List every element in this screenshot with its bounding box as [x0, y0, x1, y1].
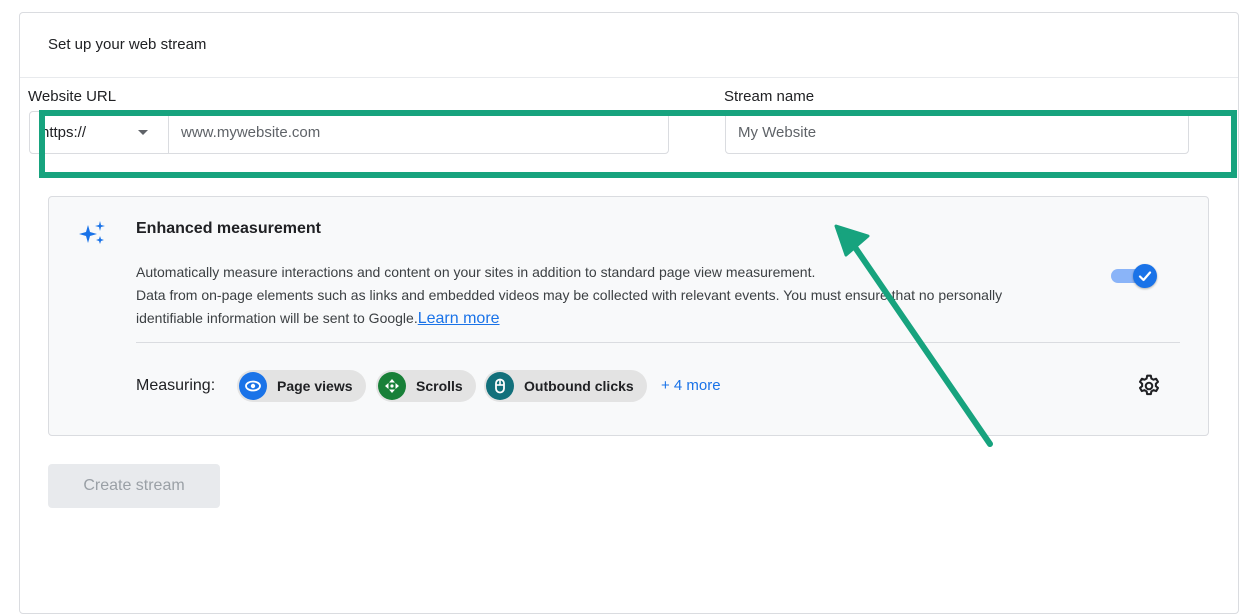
- check-icon: [1138, 271, 1152, 282]
- chip-outbound-clicks-label: Outbound clicks: [524, 378, 634, 394]
- chip-page-views[interactable]: Page views: [237, 370, 366, 402]
- more-measurements-link[interactable]: + 4 more: [661, 377, 721, 394]
- description-line-1: Automatically measure interactions and c…: [136, 264, 816, 280]
- chip-page-views-label: Page views: [277, 378, 353, 394]
- enhanced-measurement-toggle[interactable]: [1109, 264, 1157, 288]
- protocol-select[interactable]: https://: [30, 112, 169, 153]
- stream-name-label: Stream name: [724, 88, 815, 105]
- eye-icon: [239, 372, 267, 400]
- enhanced-measurement-title: Enhanced measurement: [136, 220, 321, 237]
- sparkle-icon: [79, 221, 105, 244]
- enhanced-measurement-description: Automatically measure interactions and c…: [136, 261, 1096, 330]
- chevron-down-icon: [138, 130, 148, 135]
- measuring-label: Measuring:: [136, 377, 216, 394]
- chip-scrolls-label: Scrolls: [416, 378, 463, 394]
- stream-name-field: [725, 111, 1189, 154]
- chip-scrolls[interactable]: Scrolls: [376, 370, 476, 402]
- create-stream-button[interactable]: Create stream: [48, 464, 220, 508]
- header-divider: [20, 77, 1238, 78]
- mouse-icon: [486, 372, 514, 400]
- card-title: Set up your web stream: [48, 36, 207, 53]
- description-line-3-text: identifiable information will be sent to…: [136, 310, 418, 326]
- measuring-divider: [136, 342, 1180, 343]
- gear-icon[interactable]: [1136, 373, 1162, 399]
- website-url-label: Website URL: [28, 88, 117, 105]
- description-line-2: Data from on-page elements such as links…: [136, 287, 1003, 303]
- website-url-input[interactable]: [169, 112, 663, 153]
- stream-name-input[interactable]: [726, 112, 1188, 153]
- learn-more-link[interactable]: Learn more: [418, 310, 500, 327]
- toggle-thumb: [1133, 264, 1157, 288]
- protocol-value: https://: [41, 124, 87, 141]
- website-url-field: https://: [29, 111, 669, 154]
- enhanced-measurement-panel: Enhanced measurement Automatically measu…: [48, 196, 1209, 436]
- description-line-3: identifiable information will be sent to…: [136, 307, 1096, 330]
- chip-outbound-clicks[interactable]: Outbound clicks: [484, 370, 647, 402]
- scroll-arrows-icon: [378, 372, 406, 400]
